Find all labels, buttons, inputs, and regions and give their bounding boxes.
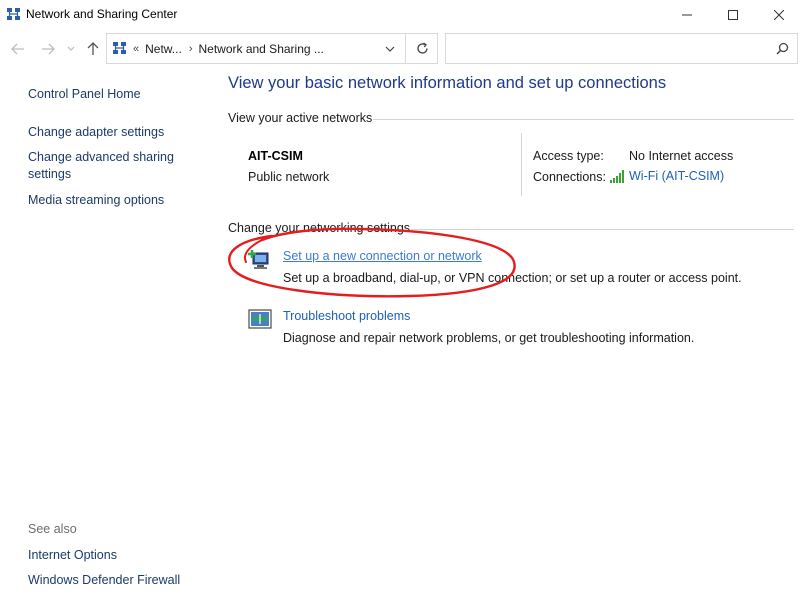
see-also-label: See also <box>28 522 77 536</box>
control-panel-home-link[interactable]: Control Panel Home <box>28 86 141 103</box>
close-button[interactable] <box>756 0 800 30</box>
refresh-icon <box>416 42 428 54</box>
access-type-value: No Internet access <box>629 149 734 163</box>
troubleshoot-problems-link[interactable]: Troubleshoot problems <box>283 309 410 323</box>
new-connection-icon <box>248 250 269 269</box>
navigation-bar: « Netw... › Network and Sharing ... <box>0 33 800 65</box>
arrow-up-icon <box>87 42 99 55</box>
forward-button[interactable] <box>38 39 58 59</box>
maximize-button[interactable] <box>710 0 756 30</box>
change-adapter-settings-link[interactable]: Change adapter settings <box>28 124 164 141</box>
media-streaming-options-link[interactable]: Media streaming options <box>28 192 164 209</box>
chevron-down-icon <box>67 46 75 51</box>
address-dropdown-button[interactable] <box>375 34 405 63</box>
maximize-icon <box>728 10 738 20</box>
change-advanced-sharing-link[interactable]: Change advanced sharing <box>28 149 174 166</box>
change-advanced-sharing-link-cont[interactable]: settings <box>28 166 71 183</box>
network-center-icon <box>7 8 20 20</box>
active-networks-header: View your active networks <box>228 111 373 125</box>
network-category: Public network <box>248 170 330 184</box>
breadcrumb-separator[interactable]: › <box>189 43 193 55</box>
change-settings-header: Change your networking settings <box>228 221 411 235</box>
arrow-left-icon <box>11 43 24 55</box>
setup-new-connection-description: Set up a broadband, dial-up, or VPN conn… <box>283 271 742 285</box>
breadcrumb-network[interactable]: Netw... <box>145 42 182 56</box>
minimize-button[interactable] <box>664 0 710 30</box>
network-name: AIT-CSIM <box>248 149 303 163</box>
up-button[interactable] <box>84 39 102 59</box>
chevron-down-icon <box>385 46 395 52</box>
back-button[interactable] <box>8 39 28 59</box>
recent-locations-button[interactable] <box>64 39 78 59</box>
refresh-button[interactable] <box>405 34 438 63</box>
troubleshoot-problems-description: Diagnose and repair network problems, or… <box>283 331 695 345</box>
overflow-chevron[interactable]: « <box>133 43 139 55</box>
connections-label: Connections: <box>533 170 606 184</box>
troubleshoot-icon <box>248 309 272 329</box>
wifi-connection-link[interactable]: Wi-Fi (AIT-CSIM) <box>610 169 724 183</box>
window-title: Network and Sharing Center <box>26 7 178 21</box>
section-divider <box>411 229 794 230</box>
windows-defender-firewall-link[interactable]: Windows Defender Firewall <box>28 572 180 589</box>
wifi-signal-icon <box>610 169 624 183</box>
setup-new-connection-link[interactable]: Set up a new connection or network <box>283 249 482 263</box>
section-divider <box>373 119 794 120</box>
search-icon <box>776 42 789 55</box>
close-icon <box>774 10 784 20</box>
search-input[interactable] <box>445 33 798 64</box>
network-center-icon <box>113 42 126 54</box>
minimize-icon <box>682 14 692 16</box>
internet-options-link[interactable]: Internet Options <box>28 547 117 564</box>
page-title: View your basic network information and … <box>228 74 667 92</box>
wifi-connection-label[interactable]: Wi-Fi (AIT-CSIM) <box>629 169 724 183</box>
address-bar[interactable]: « Netw... › Network and Sharing ... <box>106 33 438 64</box>
access-type-label: Access type: <box>533 149 604 163</box>
arrow-right-icon <box>42 43 55 55</box>
network-divider <box>521 133 522 196</box>
breadcrumb-network-sharing[interactable]: Network and Sharing ... <box>198 42 323 56</box>
title-bar: Network and Sharing Center <box>0 0 800 30</box>
